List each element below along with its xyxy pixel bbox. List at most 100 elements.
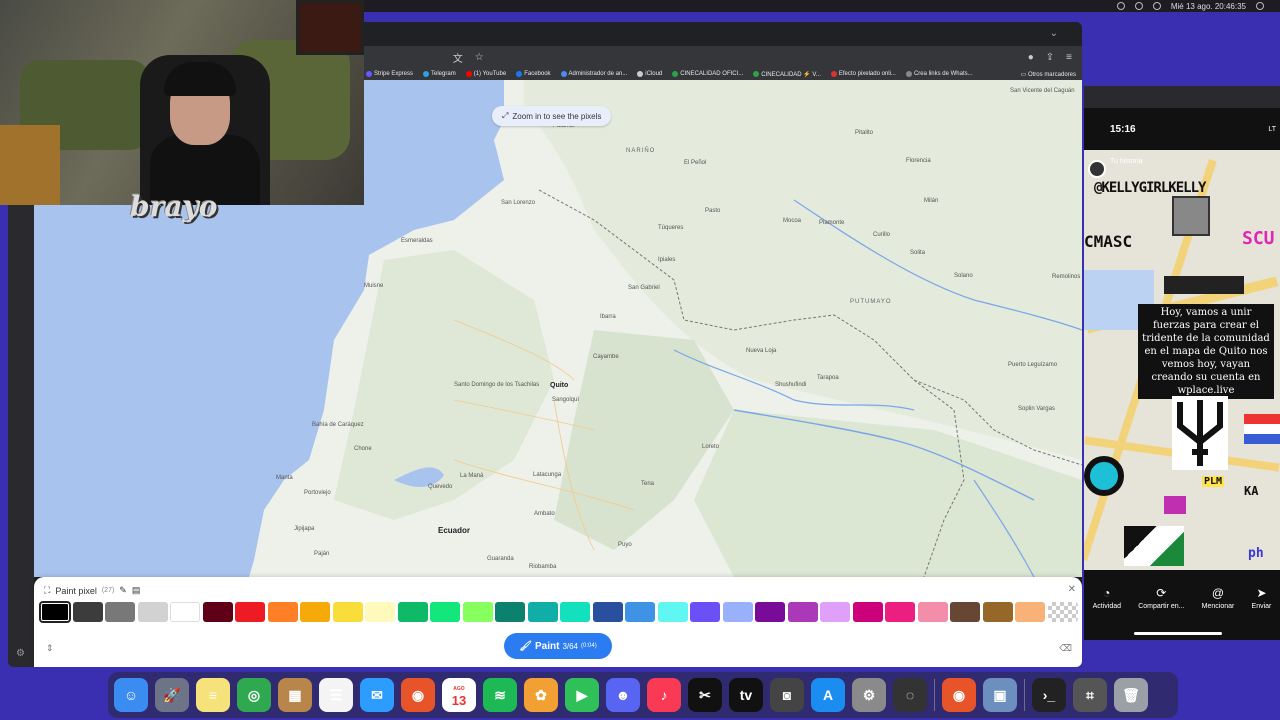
menu-icon[interactable]: ≡ [1066,52,1072,63]
eyedropper-icon[interactable]: ✎ [119,585,127,596]
bookmark-item[interactable]: (1) YouTube [465,71,506,77]
finder-icon[interactable]: ☺ [114,678,148,712]
color-swatch[interactable] [527,602,558,622]
color-swatch[interactable] [722,602,753,622]
paint-button-timer: (0:04) [581,643,597,649]
extension-icon[interactable]: ● [1028,52,1034,63]
spotify-icon[interactable]: ≋ [483,678,517,712]
color-swatch[interactable] [787,602,818,622]
battery-icon[interactable] [1152,2,1161,10]
music-icon[interactable]: ♪ [647,678,681,712]
color-swatch[interactable] [267,602,298,622]
preview-icon[interactable]: ▣ [983,678,1017,712]
color-swatch[interactable] [72,602,103,622]
discord-icon[interactable]: ☻ [606,678,640,712]
color-swatch[interactable] [495,602,525,622]
tab-search-chevron-icon[interactable]: ⌄ [1050,28,1058,39]
appletv-icon[interactable]: tv [729,678,763,712]
bookmark-item[interactable]: Telegram [423,71,456,77]
messenger-icon[interactable]: ✉ [360,678,394,712]
map-label-soplin-vargas: Soplin Vargas [1018,406,1055,412]
paint-button[interactable]: 🖌 Paint 3/64 (0:04) [504,633,612,659]
archive-icon[interactable]: ▦ [278,678,312,712]
control-center-icon[interactable] [1116,2,1125,10]
color-swatch[interactable] [105,602,135,622]
color-swatch[interactable] [332,602,363,622]
facetime-icon[interactable]: ▶ [565,678,599,712]
color-swatch[interactable] [397,602,428,622]
story-action-send[interactable]: ➤ Enviar [1252,586,1272,610]
bookmark-item[interactable]: Stripe Express [366,71,413,77]
color-swatch[interactable] [235,602,265,622]
color-swatch[interactable] [917,602,948,622]
color-swatch[interactable] [885,602,915,622]
color-swatch[interactable] [39,601,71,623]
map-label-riobamba: Riobamba [529,564,557,570]
close-icon[interactable]: ✕ [1068,584,1076,595]
bookmark-star-icon[interactable]: ☆ [475,52,484,63]
color-swatch[interactable] [1015,602,1045,622]
color-swatch[interactable] [430,602,460,622]
bookmark-item[interactable]: CINECALIDAD ⚡ V... [753,71,821,78]
color-swatch[interactable] [560,602,590,622]
share-icon[interactable]: ⇪ [1046,52,1054,63]
settings-icon[interactable]: ⚙ [852,678,886,712]
color-swatch[interactable] [300,602,330,622]
color-swatch[interactable] [170,602,200,622]
color-swatch[interactable] [625,602,655,622]
eraser-icon[interactable]: ⌫ [1059,643,1072,654]
firefox-icon-2[interactable]: ◉ [942,678,976,712]
menubar-datetime[interactable]: Mié 13 ago. 20:46:35 [1171,2,1246,11]
wifi-icon[interactable] [1134,2,1143,10]
chrome-icon[interactable]: ◎ [237,678,271,712]
story-avatar[interactable] [1088,160,1106,178]
calendar-icon[interactable]: AGO 13 [442,678,476,712]
zoom-hint-text: Zoom in to see the pixels [512,111,602,121]
story-action-share[interactable]: ⟳ Compartir en... [1138,586,1184,610]
color-swatch[interactable] [755,602,785,622]
camera-icon[interactable]: ◙ [770,678,804,712]
bookmark-item[interactable]: Facebook [516,71,551,77]
notes-icon[interactable]: ≡ [196,678,230,712]
color-swatch[interactable] [982,602,1013,622]
bookmark-item[interactable]: CINECALIDAD OFICI... [672,71,743,77]
capcut-icon[interactable]: ✂ [688,678,722,712]
story-action-mention[interactable]: @ Mencionar [1202,586,1235,610]
color-swatch[interactable] [202,602,233,622]
trash-icon[interactable]: 🗑 [1114,678,1148,712]
color-swatch[interactable] [690,602,720,622]
color-swatch[interactable] [592,602,623,622]
bookmark-item[interactable]: iCloud [637,71,662,77]
story-action-activity[interactable]: ◔ Actividad [1093,586,1121,610]
color-swatch[interactable] [657,602,688,622]
instagram-story[interactable]: Tu historia @KELLYGIRLKELLY CMASC SCU Ho… [1084,150,1280,570]
launchpad-icon[interactable]: 🚀 [155,678,189,712]
color-swatch[interactable] [950,602,980,622]
firefox-icon[interactable]: ◉ [401,678,435,712]
photos-icon[interactable]: ✿ [524,678,558,712]
color-swatch[interactable] [852,602,883,622]
obs-icon[interactable]: ◌ [893,678,927,712]
map-label-narino: NARIÑO [626,148,656,154]
terminal-icon[interactable]: ›_ [1032,678,1066,712]
color-swatch[interactable] [462,602,493,622]
translate-icon[interactable]: 文 [453,50,463,65]
collapse-icon[interactable]: ⇕ [46,643,54,654]
other-bookmarks-folder[interactable]: ▭ Otros marcadores [1021,71,1082,78]
color-swatch[interactable] [137,602,168,622]
reminders-icon[interactable]: ☰ [319,678,353,712]
appstore-icon[interactable]: A [811,678,845,712]
screenshot-icon[interactable]: ⌗ [1073,678,1107,712]
color-swatch[interactable] [820,602,850,622]
color-swatch[interactable] [1047,602,1078,622]
bookmark-item[interactable]: Efecto pixelado onli... [830,71,896,77]
bookmark-item[interactable]: Crea links de Whats... [905,71,973,77]
color-swatch[interactable] [365,602,395,622]
settings-gear-icon[interactable]: ⚙ [16,648,25,659]
bookmark-item[interactable]: Administrador de an... [560,71,627,77]
map-label-remolinos: Remolinos del Caguán [1052,274,1082,280]
zoom-hint-pill[interactable]: ⤢ Zoom in to see the pixels [492,106,612,126]
save-icon[interactable]: ▤ [132,585,141,596]
siri-icon[interactable] [1256,2,1264,10]
expand-icon[interactable]: ⛶ [44,585,50,596]
